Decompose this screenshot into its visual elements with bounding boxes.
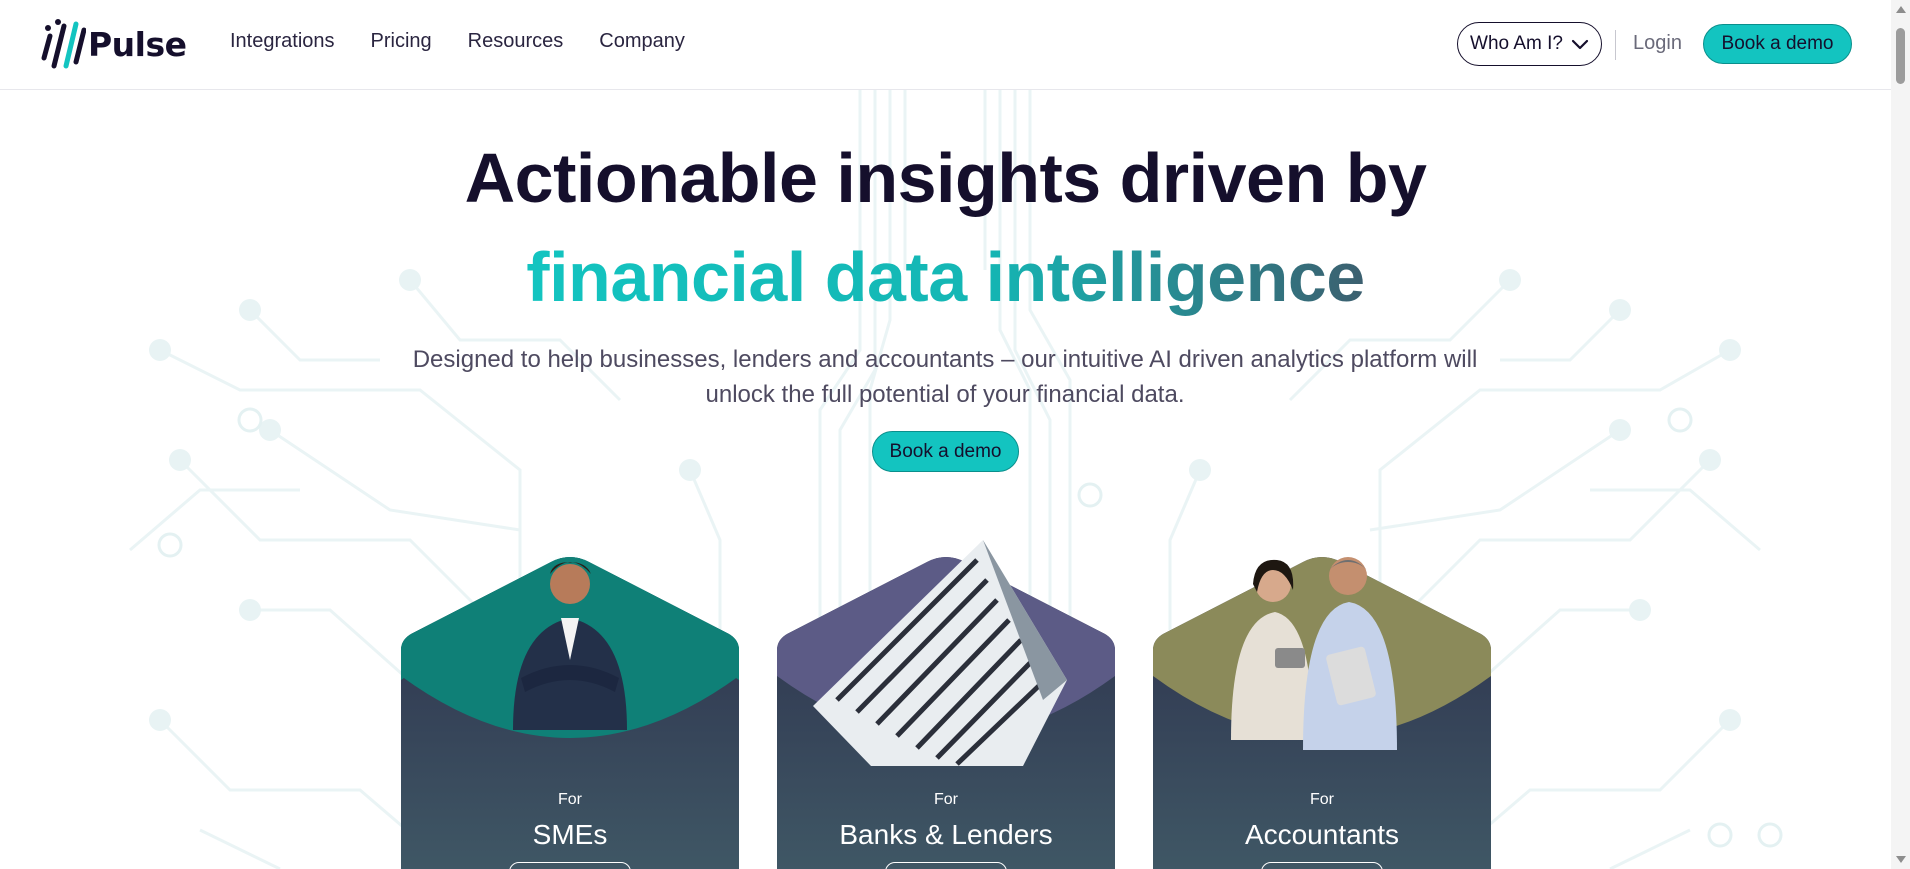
login-link[interactable]: Login	[1633, 32, 1682, 55]
card-banks-lenders[interactable]: For Banks & Lenders	[777, 540, 1115, 869]
page-scrollbar[interactable]	[1891, 0, 1910, 869]
card-smes-name: SMEs	[532, 819, 608, 850]
hero-title-line2: financial data intelligence	[0, 237, 1891, 317]
pulse-logo[interactable]: Pulse	[38, 16, 187, 72]
card-smes-button[interactable]	[509, 862, 631, 869]
hero-title-gradient-text: financial data intelligence	[526, 238, 1365, 316]
card-banks-for: For	[934, 791, 958, 808]
scroll-down-arrow-icon[interactable]	[1896, 856, 1906, 863]
card-smes[interactable]: For SMEs	[401, 540, 739, 869]
book-demo-nav-button[interactable]: Book a demo	[1703, 24, 1852, 64]
nav-link-integrations[interactable]: Integrations	[230, 30, 335, 53]
scrollbar-thumb[interactable]	[1896, 28, 1905, 84]
hero-title-line1: Actionable insights driven by	[464, 139, 1427, 217]
nav-link-pricing[interactable]: Pricing	[371, 30, 432, 53]
who-am-i-dropdown[interactable]: Who Am I?	[1457, 22, 1602, 66]
card-banks-button[interactable]	[885, 862, 1007, 869]
card-accountants-for: For	[1310, 791, 1334, 808]
card-accountants-button[interactable]	[1261, 862, 1383, 869]
book-demo-hero-button[interactable]: Book a demo	[872, 431, 1019, 472]
card-smes-for: For	[558, 791, 582, 808]
who-am-i-label: Who Am I?	[1470, 33, 1563, 54]
hero-subtitle-line2: unlock the full potential of your financ…	[705, 381, 1185, 408]
scroll-up-arrow-icon[interactable]	[1896, 6, 1906, 13]
card-banks-name: Banks & Lenders	[839, 819, 1053, 850]
card-accountants[interactable]: For Accountants	[1153, 540, 1491, 869]
card-accountants-name: Accountants	[1244, 819, 1400, 850]
nav-link-company[interactable]: Company	[599, 30, 685, 53]
pulse-logo-icon	[41, 19, 86, 69]
nav-links: Integrations Pricing Resources Company	[230, 30, 721, 53]
pulse-logo-text: Pulse	[88, 24, 187, 64]
hero-subtitle-line1: Designed to help businesses, lenders and…	[412, 346, 1478, 373]
top-nav: Pulse Integrations Pricing Resources Com…	[0, 0, 1891, 90]
chevron-down-icon	[1571, 39, 1589, 50]
nav-link-resources[interactable]: Resources	[468, 30, 564, 53]
nav-divider	[1615, 30, 1616, 60]
hero-subtitle: Designed to help businesses, lenders and…	[380, 342, 1510, 412]
